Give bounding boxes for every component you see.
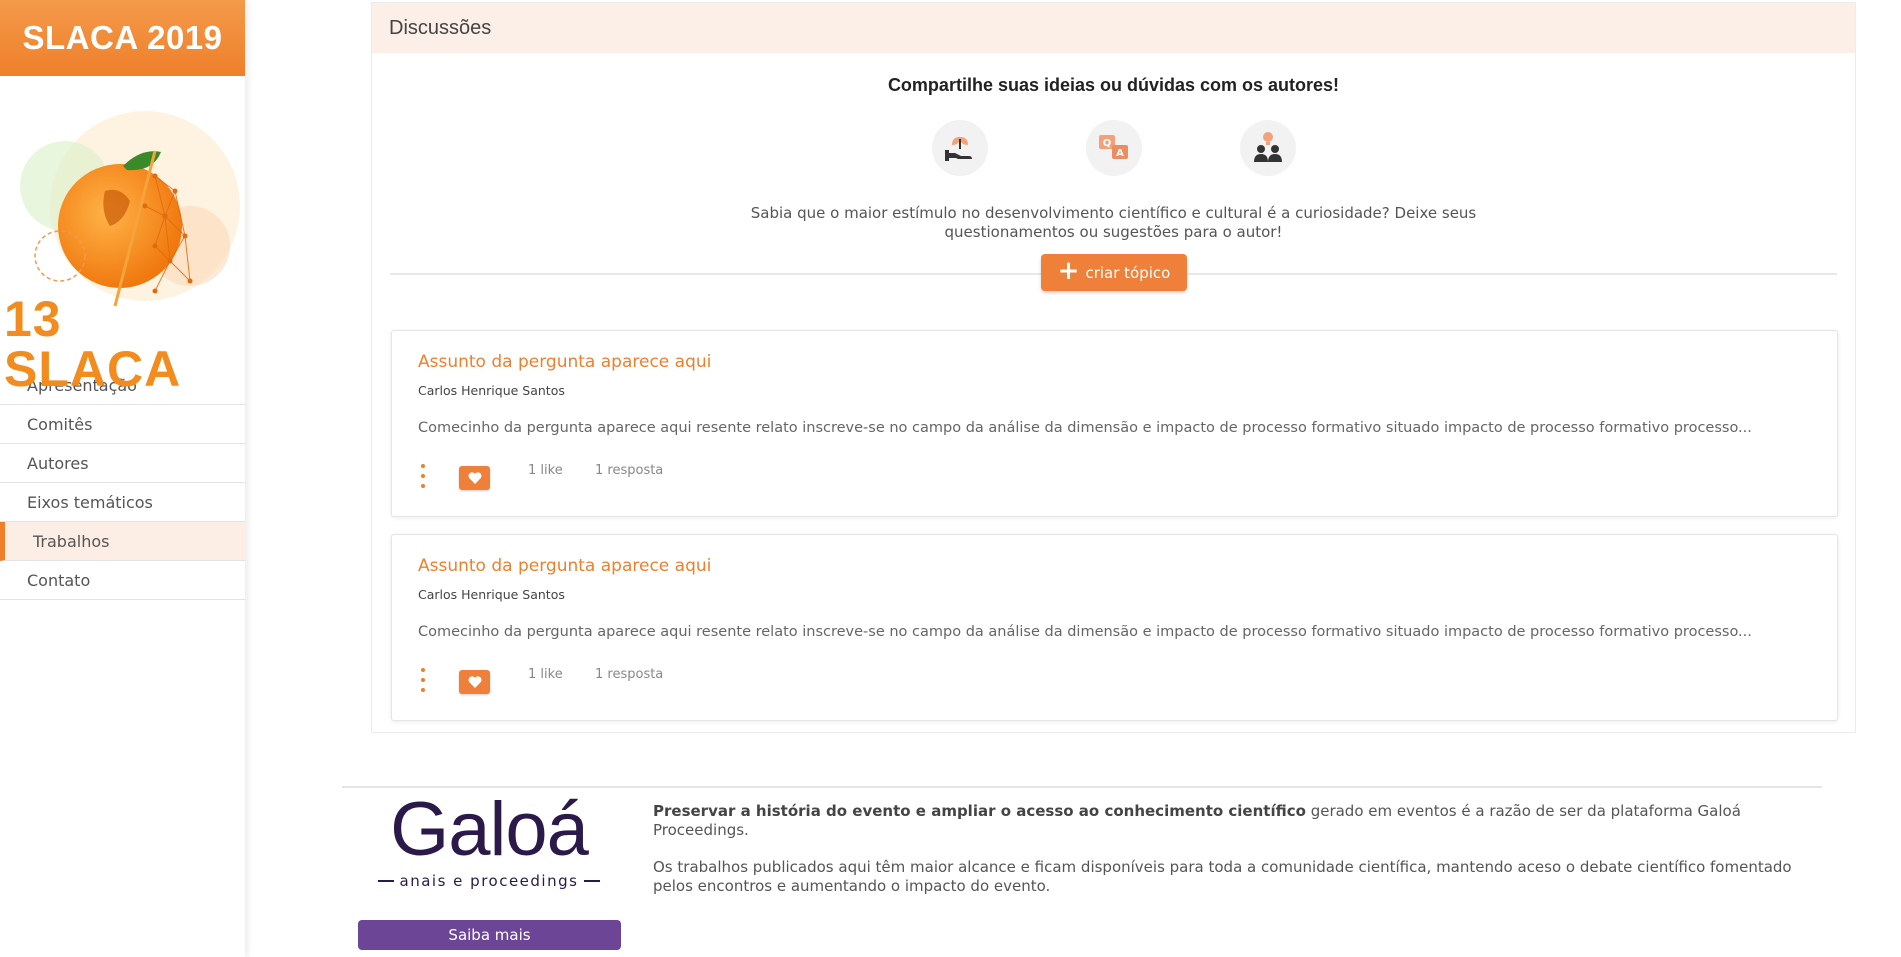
heart-icon [468, 676, 481, 688]
heart-icon [468, 472, 481, 484]
logo-text: 13 SLACA [4, 291, 182, 397]
more-options-icon[interactable] [418, 464, 428, 488]
footer-paragraph-2: Os trabalhos publicados aqui têm maior a… [653, 858, 1792, 895]
topic-excerpt: Comecinho da pergunta aparece aqui resen… [418, 624, 1752, 640]
footer-paragraph-1: Preservar a história do evento e ampliar… [653, 802, 1823, 840]
topic-actions: 1 like 1 resposta [418, 667, 818, 698]
svg-text:A: A [1116, 148, 1124, 159]
brand-title[interactable]: SLACA 2019 [0, 0, 245, 76]
galoa-tagline: anais e proceedings [359, 872, 619, 890]
create-topic-row: + criar tópico [372, 254, 1855, 292]
plus-icon: + [1057, 256, 1080, 286]
create-topic-button[interactable]: + criar tópico [1041, 254, 1187, 291]
nav-item-contato[interactable]: Contato [0, 561, 245, 600]
event-logo: 13 SLACA [0, 76, 245, 394]
galoa-tagline-text: anais e proceedings [399, 872, 579, 890]
discussions-header: Discussões [372, 3, 1855, 53]
topic-actions: 1 like 1 resposta [418, 463, 818, 494]
reply-count[interactable]: 1 resposta [595, 667, 663, 682]
discussions-card: Discussões Compartilhe suas ideias ou dú… [371, 2, 1856, 733]
svg-text:Q: Q [1102, 138, 1111, 149]
create-topic-label: criar tópico [1085, 263, 1171, 282]
hand-plant-icon [931, 120, 988, 176]
q-and-a-icon: Q A [1085, 120, 1142, 176]
discussions-icons: Q A [372, 120, 1855, 176]
discussions-intro-text: Sabia que o maior estímulo no desenvolvi… [750, 204, 1477, 241]
like-button[interactable] [459, 670, 490, 694]
topic-excerpt: Comecinho da pergunta aparece aqui resen… [418, 420, 1752, 436]
topic-title[interactable]: Assunto da pergunta aparece aqui [418, 352, 711, 372]
topic-title[interactable]: Assunto da pergunta aparece aqui [418, 556, 711, 576]
more-options-icon[interactable] [418, 668, 428, 692]
like-count: 1 like [528, 667, 563, 682]
nav-item-comites[interactable]: Comitês [0, 405, 245, 444]
sidebar: SLACA 2019 13 SLACA Apresentação Comitês… [0, 0, 245, 957]
nav-item-trabalhos[interactable]: Trabalhos [0, 522, 245, 561]
people-idea-icon [1239, 120, 1296, 176]
topic-author: Carlos Henrique Santos [418, 383, 565, 398]
topic-author: Carlos Henrique Santos [418, 587, 565, 602]
galoa-wordmark: Galoá [390, 787, 589, 872]
like-count: 1 like [528, 463, 563, 478]
sidebar-nav: Apresentação Comitês Autores Eixos temát… [0, 366, 245, 600]
footer-description: Preservar a história do evento e ampliar… [653, 802, 1823, 914]
discussions-intro-title: Compartilhe suas ideias ou dúvidas com o… [887, 75, 1340, 95]
like-button[interactable] [459, 466, 490, 490]
nav-item-eixos-tematicos[interactable]: Eixos temáticos [0, 483, 245, 522]
orange-globe-logo-icon [20, 111, 240, 307]
topic-card: Assunto da pergunta aparece aqui Carlos … [391, 534, 1838, 721]
nav-item-autores[interactable]: Autores [0, 444, 245, 483]
galoa-logo: Galoá anais e proceedings [359, 792, 619, 890]
reply-count[interactable]: 1 resposta [595, 463, 663, 478]
saiba-mais-button[interactable]: Saiba mais [358, 920, 621, 950]
topic-card: Assunto da pergunta aparece aqui Carlos … [391, 330, 1838, 517]
footer-highlight: Preservar a história do evento e ampliar… [653, 802, 1306, 820]
